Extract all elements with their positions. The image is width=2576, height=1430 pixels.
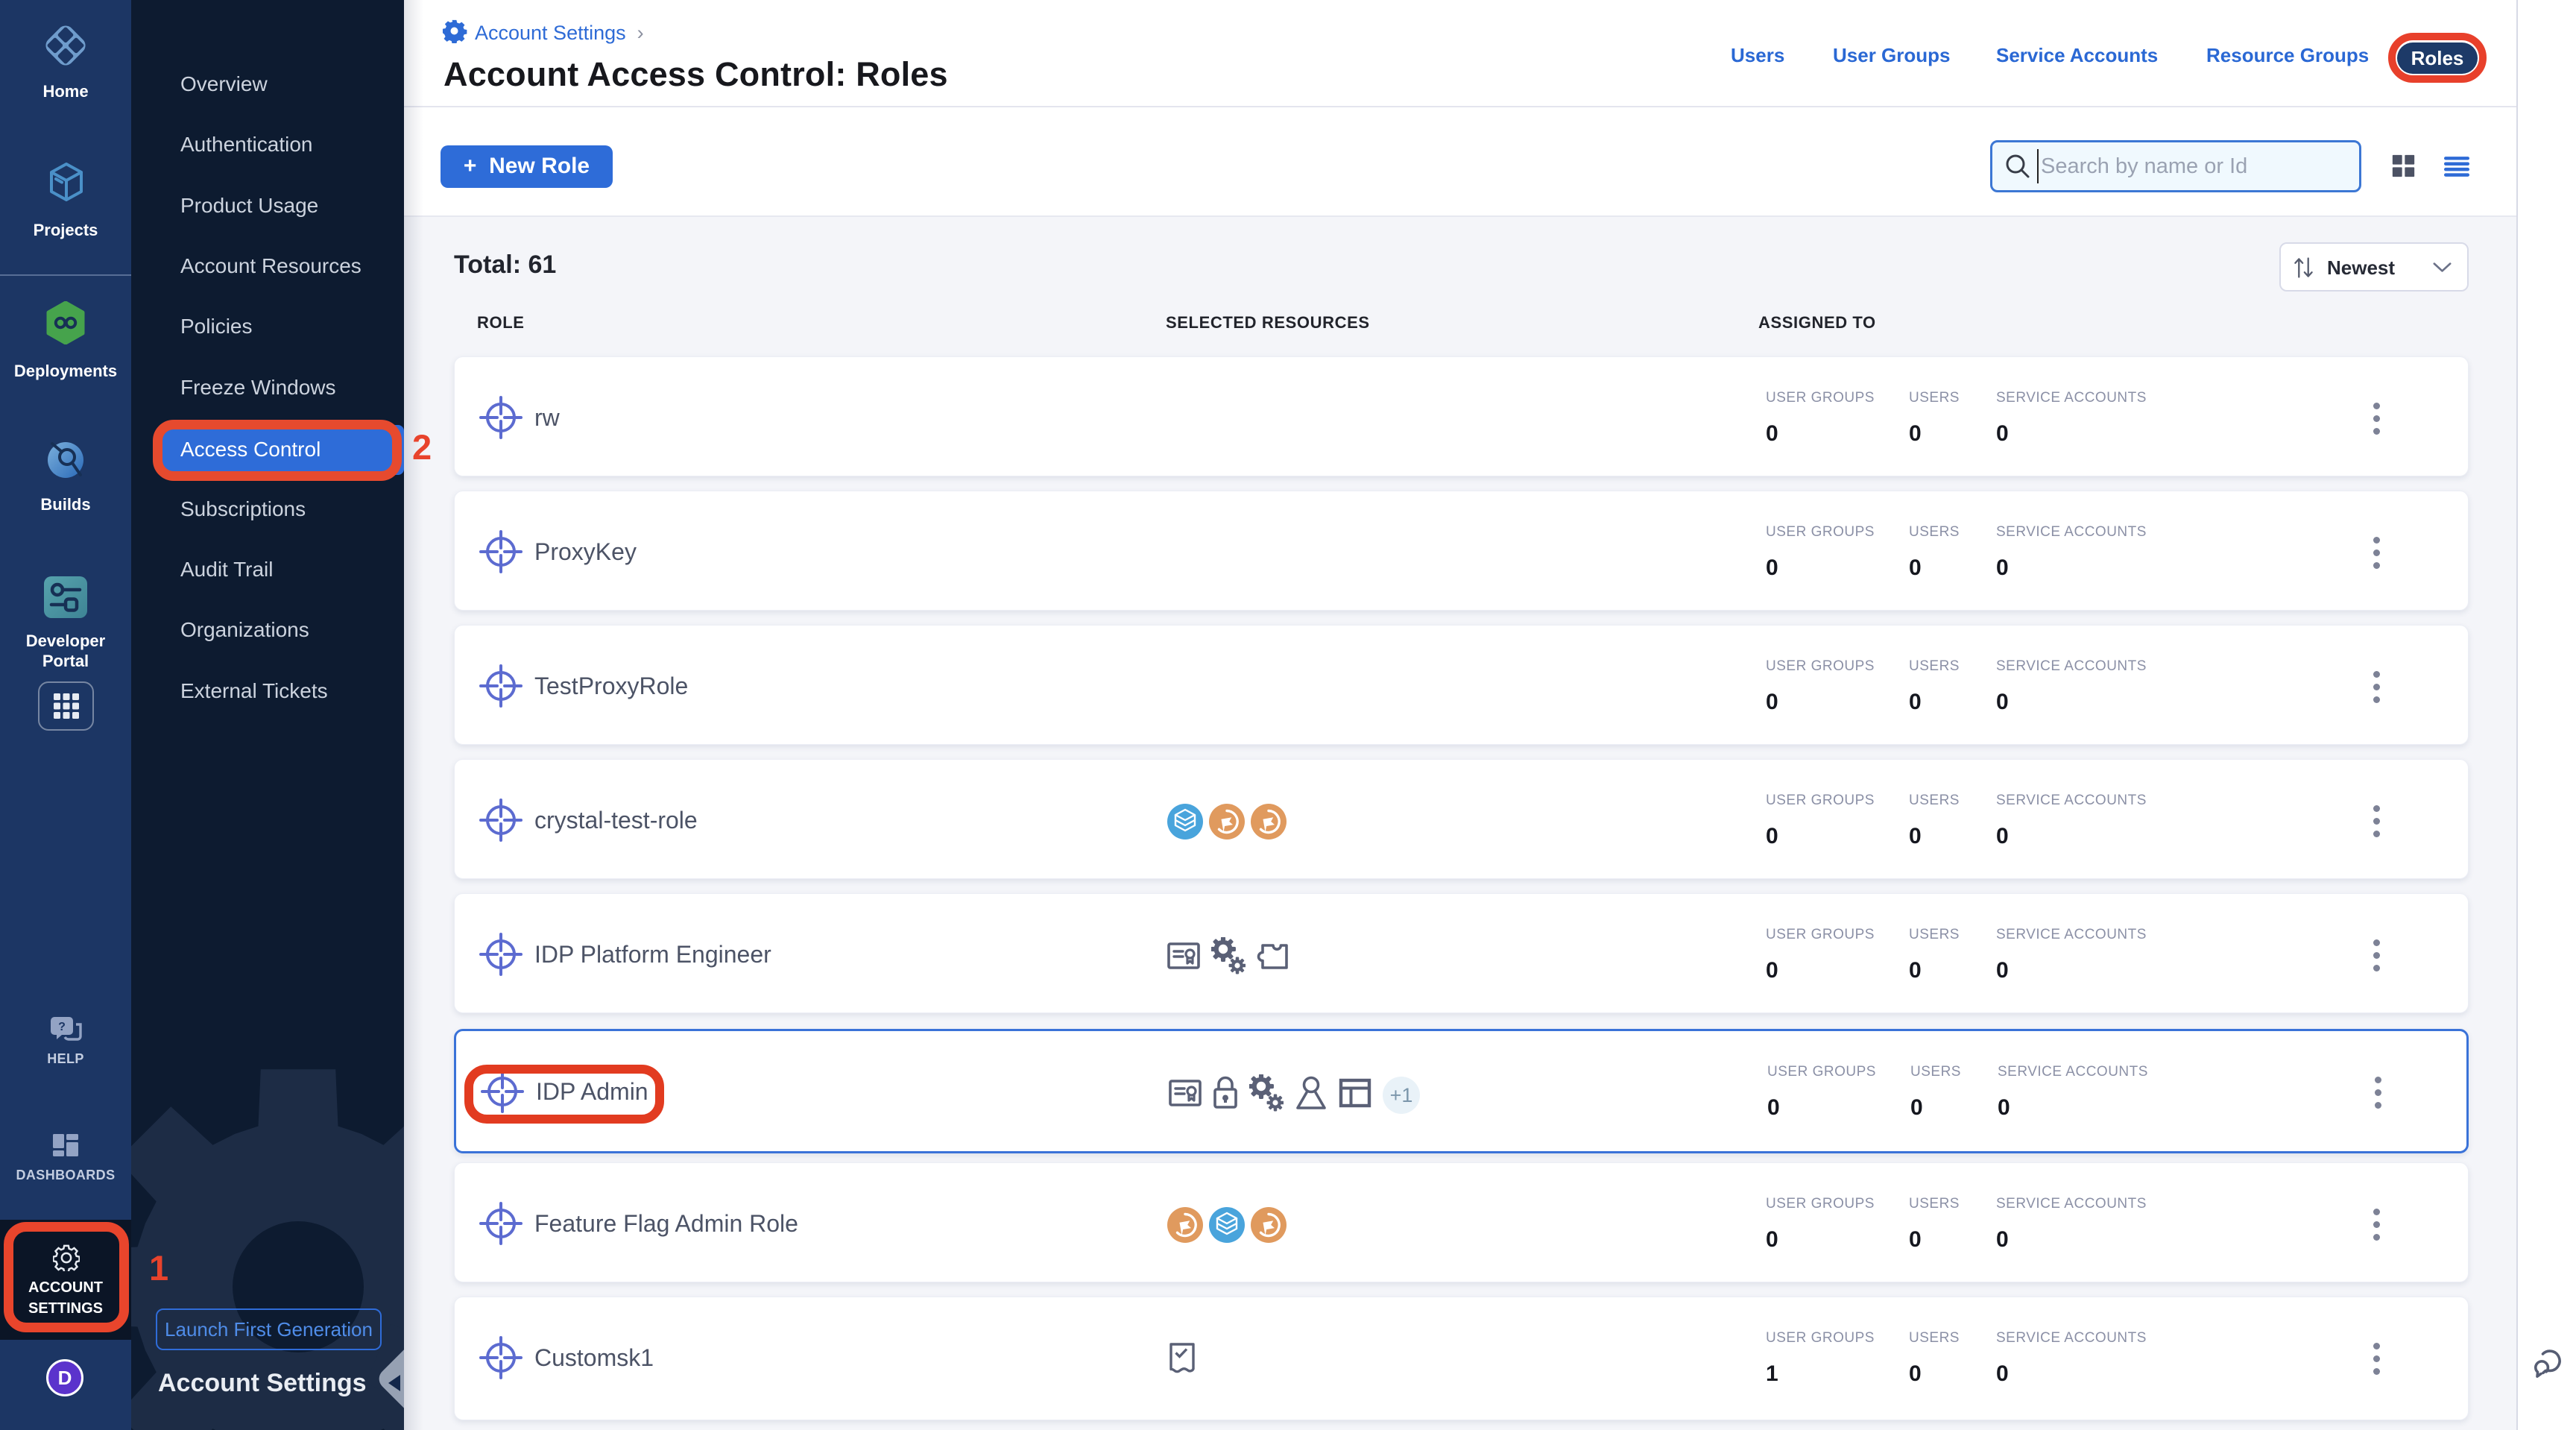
svg-text:?: ? [58, 1021, 66, 1033]
